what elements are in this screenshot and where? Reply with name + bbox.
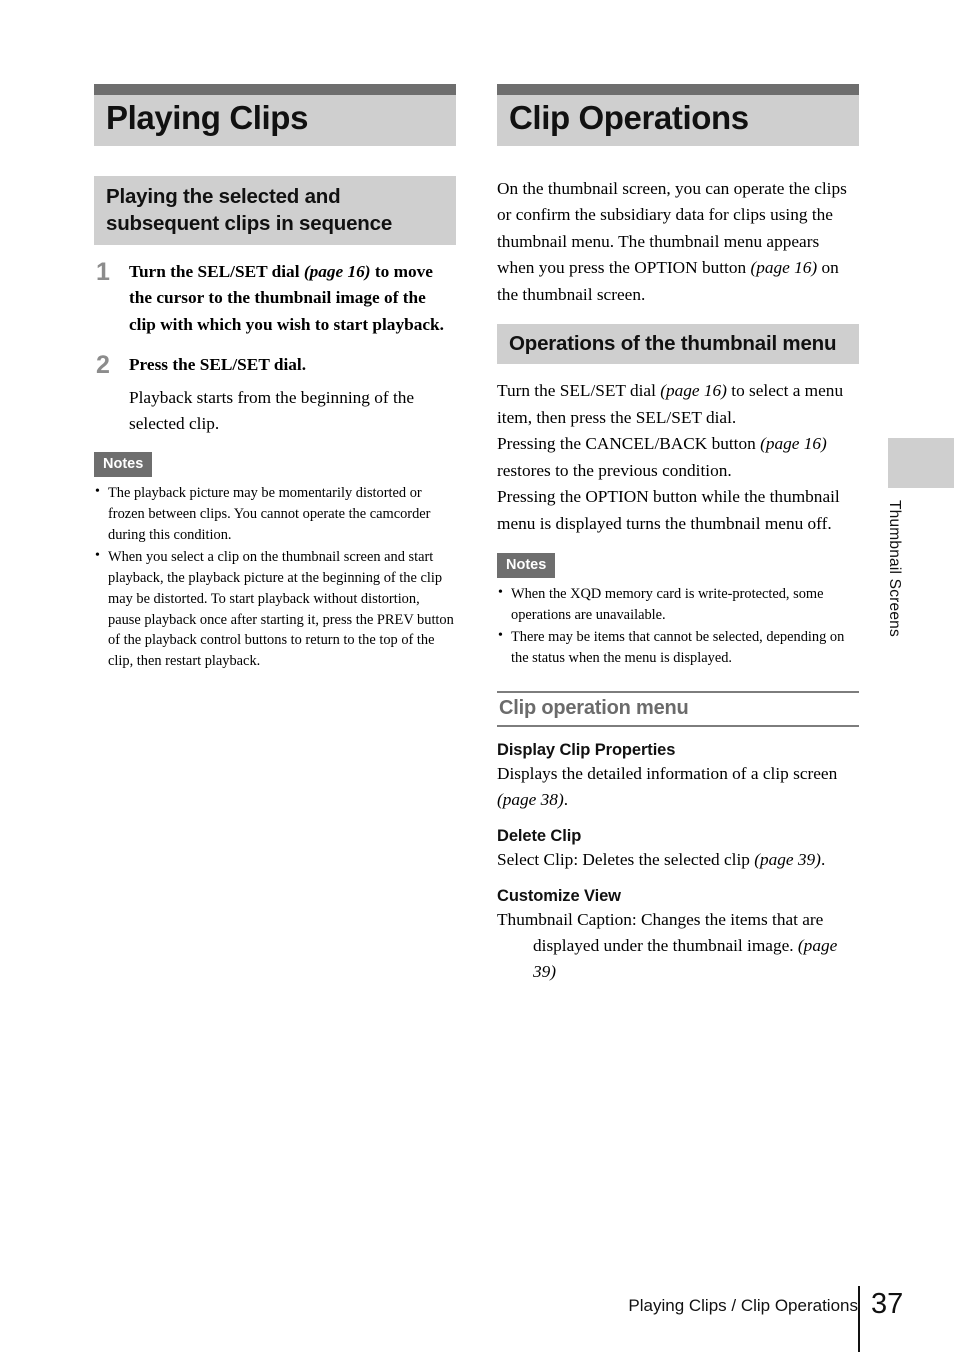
section-heading-playing-selected: Playing the selected and subsequent clip… <box>94 175 456 246</box>
paragraph-text: Pressing the CANCEL/BACK button <box>497 434 761 454</box>
intro-paragraph: On the thumbnail screen, you can operate… <box>497 176 859 308</box>
side-tab-marker <box>888 438 954 488</box>
step-1: 1 Turn the SEL/SET dial (page 16) to mov… <box>94 259 456 338</box>
notes-block-right: Notes When the XQD memory card is write-… <box>497 552 859 669</box>
menu-entry-title: Delete Clip <box>497 826 582 845</box>
note-item: There may be items that cannot be select… <box>497 626 859 669</box>
page-reference: (page 16) <box>760 434 827 454</box>
step-title: Turn the SEL/SET dial (page 16) to move … <box>129 259 456 338</box>
chapter-header-accent-bar <box>94 84 456 95</box>
description-text: Thumbnail Caption: Changes the items tha… <box>497 909 824 955</box>
manual-page: Playing Clips Playing the selected and s… <box>0 0 954 1352</box>
paragraph-text-cont: restores to the previous condition. <box>497 460 732 480</box>
description-text-cont: . <box>563 789 569 809</box>
note-item: When you select a clip on the thumbnail … <box>94 546 456 672</box>
menu-entry-title: Customize View <box>497 886 621 905</box>
side-tab-label: Thumbnail Screens <box>886 500 903 637</box>
subheading-clip-operation-menu: Clip operation menu <box>497 690 859 727</box>
right-column: Clip Operations On the thumbnail screen,… <box>497 84 859 999</box>
description-text: Select Clip: Deletes the selected clip <box>497 849 755 869</box>
left-column: Playing Clips Playing the selected and s… <box>94 84 456 673</box>
step-body: Press the SEL/SET dial. Playback starts … <box>129 352 456 437</box>
page-number: 37 <box>871 1288 904 1320</box>
chapter-header-accent-bar <box>497 84 859 95</box>
description-text-cont: . <box>820 849 826 869</box>
step-number: 1 <box>96 258 110 287</box>
notes-list: When the XQD memory card is write-protec… <box>497 583 859 669</box>
footer-breadcrumb: Playing Clips / Clip Operations <box>628 1296 858 1315</box>
page-reference: (page 16) <box>303 262 371 282</box>
notes-list: The playback picture may be momentarily … <box>94 482 456 672</box>
notes-badge: Notes <box>497 552 556 579</box>
operation-paragraph: Pressing the OPTION button while the thu… <box>497 484 859 537</box>
page-reference: (page 38) <box>497 789 564 809</box>
step-number: 2 <box>96 351 110 380</box>
menu-entry-delete-clip: Delete Clip Select Clip: Deletes the sel… <box>497 827 859 873</box>
paragraph-text: Pressing the OPTION button while the thu… <box>497 487 840 533</box>
page-reference: (page 16) <box>750 258 818 278</box>
notes-block-left: Notes The playback picture may be moment… <box>94 451 456 672</box>
step-2: 2 Press the SEL/SET dial. Playback start… <box>94 352 456 437</box>
operation-paragraph: Pressing the CANCEL/BACK button (page 16… <box>497 431 859 484</box>
notes-badge: Notes <box>94 451 153 478</box>
menu-entry-description: Select Clip: Deletes the selected clip (… <box>497 847 859 873</box>
footer-divider <box>858 1286 860 1352</box>
menu-entry-description: Displays the detailed information of a c… <box>497 761 859 813</box>
chapter-header-clip-operations: Clip Operations <box>497 84 859 146</box>
step-description: Playback starts from the beginning of th… <box>129 387 415 434</box>
chapter-title: Playing Clips <box>106 99 309 136</box>
menu-entry-display-clip-properties: Display Clip Properties Displays the det… <box>497 741 859 813</box>
page-reference: (page 39) <box>754 849 821 869</box>
step-title-text: Turn the SEL/SET dial <box>129 262 304 282</box>
note-item: When the XQD memory card is write-protec… <box>497 583 859 626</box>
paragraph-text: Turn the SEL/SET dial <box>497 381 661 401</box>
section-heading-thumbnail-menu-operations: Operations of the thumbnail menu <box>497 324 859 365</box>
menu-entry-customize-view: Customize View Thumbnail Caption: Change… <box>497 887 859 985</box>
chapter-title: Clip Operations <box>509 99 749 136</box>
menu-entry-description: Thumbnail Caption: Changes the items tha… <box>497 907 859 985</box>
intro-paragraph-block: On the thumbnail screen, you can operate… <box>497 176 859 308</box>
chapter-header-playing-clips: Playing Clips <box>94 84 456 146</box>
step-body: Turn the SEL/SET dial (page 16) to move … <box>129 259 456 338</box>
menu-entry-title: Display Clip Properties <box>497 740 676 759</box>
page-footer: Playing Clips / Clip Operations 37 <box>0 1286 954 1352</box>
step-title: Press the SEL/SET dial. <box>129 355 307 375</box>
description-text: Displays the detailed information of a c… <box>497 763 838 783</box>
menu-operation-paragraphs: Turn the SEL/SET dial (page 16) to selec… <box>497 378 859 537</box>
page-reference: (page 16) <box>660 381 727 401</box>
operation-paragraph: Turn the SEL/SET dial (page 16) to selec… <box>497 378 859 431</box>
note-item: The playback picture may be momentarily … <box>94 482 456 546</box>
